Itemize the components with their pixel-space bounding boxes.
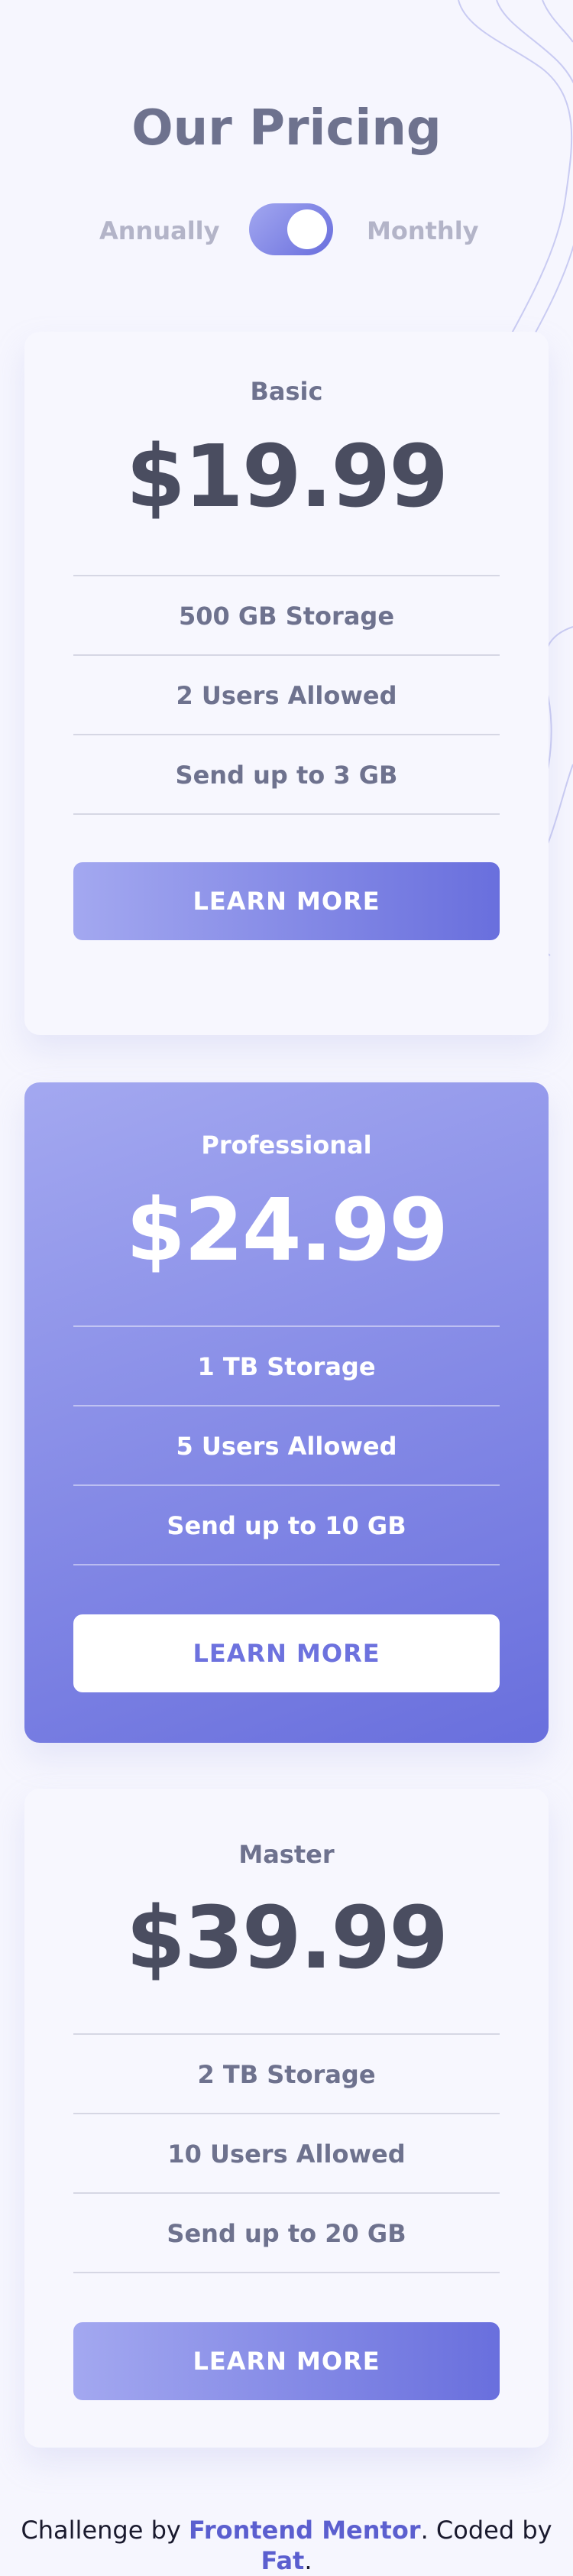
frontend-mentor-link[interactable]: Frontend Mentor [189,2516,421,2545]
feature-item: Send up to 3 GB [73,734,500,815]
feature-item: 10 Users Allowed [73,2113,500,2192]
plan-price: $39.99 [125,1889,448,1988]
feature-list: 1 TB Storage 5 Users Allowed Send up to … [73,1325,500,1565]
annually-label: Annually [99,216,220,245]
plan-name: Master [238,1840,335,1869]
plan-card-master: Master $39.99 2 TB Storage 10 Users Allo… [24,1789,549,2448]
feature-list: 2 TB Storage 10 Users Allowed Send up to… [73,2033,500,2273]
attribution-prefix: Challenge by [21,2516,189,2545]
learn-more-button-professional[interactable]: LEARN MORE [73,1614,500,1692]
feature-item: Send up to 20 GB [73,2192,500,2273]
billing-toggle[interactable] [249,203,333,255]
plan-price: $19.99 [125,427,448,527]
feature-item: 2 TB Storage [73,2033,500,2113]
page-title: Our Pricing [131,100,442,157]
learn-more-button-master[interactable]: LEARN MORE [73,2322,500,2400]
plan-card-basic: Basic $19.99 500 GB Storage 2 Users Allo… [24,332,549,1035]
plan-name: Basic [250,377,323,406]
plan-name: Professional [201,1131,372,1160]
feature-item: Send up to 10 GB [73,1484,500,1565]
feature-item: 1 TB Storage [73,1325,500,1405]
attribution-middle: . Coded by [420,2516,552,2545]
attribution-footer: Challenge by Frontend Mentor. Coded by F… [0,2515,573,2576]
feature-list: 500 GB Storage 2 Users Allowed Send up t… [73,575,500,815]
billing-toggle-row: Annually Monthly [0,203,573,257]
monthly-label: Monthly [367,216,479,245]
author-link[interactable]: Fat [261,2546,304,2575]
learn-more-button-basic[interactable]: LEARN MORE [73,862,500,940]
feature-item: 5 Users Allowed [73,1405,500,1484]
feature-item: 500 GB Storage [73,575,500,654]
plan-price: $24.99 [125,1181,448,1280]
attribution-suffix: . [304,2546,312,2575]
plan-card-professional: Professional $24.99 1 TB Storage 5 Users… [24,1082,549,1743]
toggle-knob [287,209,327,249]
feature-item: 2 Users Allowed [73,654,500,734]
